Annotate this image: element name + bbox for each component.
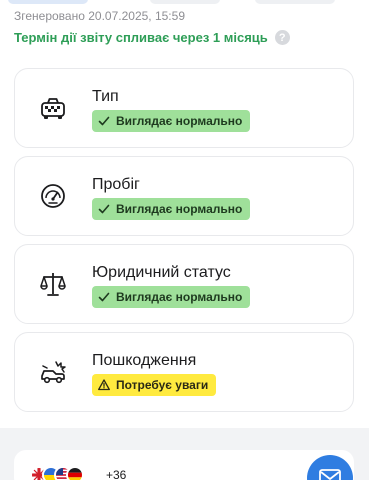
status-badge: Виглядає нормально — [92, 286, 251, 308]
card-title: Юридичний статус — [92, 264, 231, 281]
check-icon — [98, 204, 110, 214]
status-text: Виглядає нормально — [116, 202, 243, 216]
card-title: Пошкодження — [92, 352, 197, 369]
top-tab-pill[interactable] — [150, 0, 220, 4]
card-title: Пробіг — [92, 176, 140, 193]
taxi-icon — [41, 98, 65, 119]
status-text: Виглядає нормально — [116, 114, 243, 128]
status-badge: Виглядає нормально — [92, 198, 251, 220]
status-badge: Виглядає нормально — [92, 110, 251, 132]
top-tab-pill[interactable] — [255, 0, 335, 4]
generated-date: Згенеровано 20.07.2025, 15:59 — [14, 9, 185, 23]
top-tabs-strip — [0, 0, 369, 8]
report-expiry-notice: Термін дії звіту спливає через 1 місяць … — [14, 30, 290, 45]
countries-card[interactable]: +36 — [14, 450, 354, 480]
speedometer-icon — [41, 184, 65, 208]
de-flag-icon — [66, 466, 84, 480]
check-icon — [98, 116, 110, 126]
more-countries-count: +36 — [106, 468, 127, 480]
report-expiry-text: Термін дії звіту спливає через 1 місяць — [14, 30, 268, 45]
status-text: Потребує уваги — [116, 378, 209, 392]
check-icon — [98, 292, 110, 302]
card-title: Тип — [92, 88, 119, 105]
warning-icon — [98, 379, 110, 391]
status-badge: Потребує уваги — [92, 374, 217, 396]
help-icon[interactable]: ? — [274, 30, 290, 45]
check-card-damage[interactable]: Пошкодження Потребує уваги — [14, 332, 354, 412]
mail-icon — [319, 469, 341, 480]
damaged-car-icon — [41, 361, 66, 384]
flag-list — [30, 466, 84, 480]
check-card-type[interactable]: Тип Виглядає нормально — [14, 68, 354, 148]
scales-icon — [40, 273, 66, 296]
check-card-legal-status[interactable]: Юридичний статус Виглядає нормально — [14, 244, 354, 324]
status-text: Виглядає нормально — [116, 290, 243, 304]
check-card-mileage[interactable]: Пробіг Виглядає нормально — [14, 156, 354, 236]
top-tab-pill[interactable] — [8, 0, 88, 4]
